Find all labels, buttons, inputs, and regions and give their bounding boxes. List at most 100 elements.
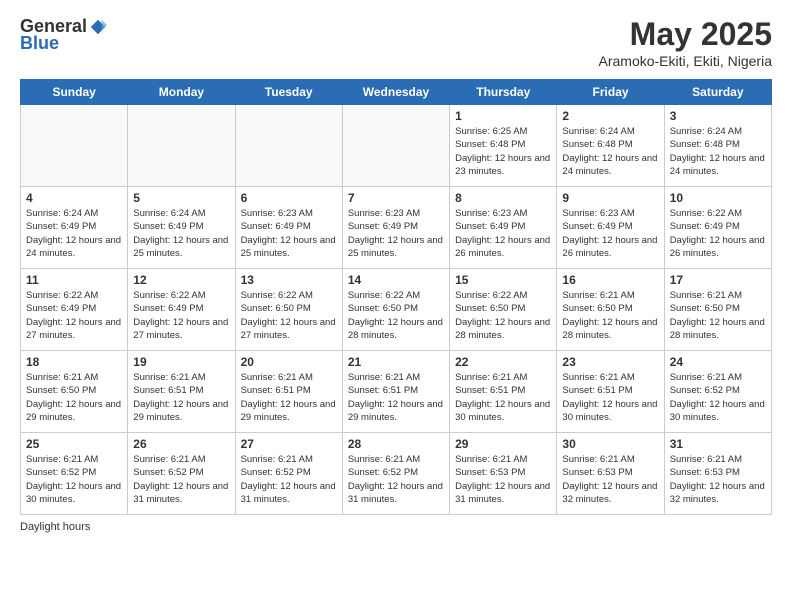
day-info: Sunrise: 6:22 AM Sunset: 6:49 PM Dayligh…: [133, 289, 229, 342]
calendar-cell: 6Sunrise: 6:23 AM Sunset: 6:49 PM Daylig…: [235, 187, 342, 269]
day-number: 10: [670, 191, 766, 205]
location: Aramoko-Ekiti, Ekiti, Nigeria: [599, 53, 773, 69]
day-info: Sunrise: 6:21 AM Sunset: 6:51 PM Dayligh…: [348, 371, 444, 424]
day-number: 13: [241, 273, 337, 287]
day-number: 3: [670, 109, 766, 123]
day-info: Sunrise: 6:22 AM Sunset: 6:50 PM Dayligh…: [348, 289, 444, 342]
day-info: Sunrise: 6:21 AM Sunset: 6:51 PM Dayligh…: [133, 371, 229, 424]
calendar-cell: 14 Sunrise: 6:22 AM Sunset: 6:50 PM Dayli…: [342, 269, 449, 351]
day-info: Sunrise: 6:23 AM Sunset: 6:49 PM Dayligh…: [562, 207, 658, 260]
day-number: 29: [455, 437, 551, 451]
calendar-cell: 16Sunrise: 6:21 AM Sunset: 6:50 PM Dayli…: [557, 269, 664, 351]
day-info: Sunrise: 6:21 AM Sunset: 6:53 PM Dayligh…: [455, 453, 551, 506]
calendar-cell: 29 Sunrise: 6:21 AM Sunset: 6:53 PM Dayli…: [450, 433, 557, 515]
week-row-2: 11 Sunrise: 6:22 AM Sunset: 6:49 PM Dayli…: [21, 269, 772, 351]
day-header-friday: Friday: [557, 80, 664, 105]
day-info: Sunrise: 6:21 AM Sunset: 6:52 PM Dayligh…: [241, 453, 337, 506]
calendar-cell: 20 Sunrise: 6:21 AM Sunset: 6:51 PM Dayli…: [235, 351, 342, 433]
day-number: 28: [348, 437, 444, 451]
day-number: 25: [26, 437, 122, 451]
calendar-cell: 25 Sunrise: 6:21 AM Sunset: 6:52 PM Dayli…: [21, 433, 128, 515]
day-info: Sunrise: 6:22 AM Sunset: 6:50 PM Dayligh…: [241, 289, 337, 342]
calendar-cell: 3Sunrise: 6:24 AM Sunset: 6:48 PM Daylig…: [664, 105, 771, 187]
calendar-cell: 15 Sunrise: 6:22 AM Sunset: 6:50 PM Dayli…: [450, 269, 557, 351]
day-info: Sunrise: 6:21 AM Sunset: 6:52 PM Dayligh…: [670, 371, 766, 424]
day-header-tuesday: Tuesday: [235, 80, 342, 105]
day-number: 18: [26, 355, 122, 369]
day-number: 11: [26, 273, 122, 287]
calendar-cell: 11 Sunrise: 6:22 AM Sunset: 6:49 PM Dayli…: [21, 269, 128, 351]
day-info: Sunrise: 6:21 AM Sunset: 6:53 PM Dayligh…: [670, 453, 766, 506]
day-number: 8: [455, 191, 551, 205]
calendar-cell: 9Sunrise: 6:23 AM Sunset: 6:49 PM Daylig…: [557, 187, 664, 269]
footer-text: Daylight hours: [20, 521, 90, 533]
day-info: Sunrise: 6:21 AM Sunset: 6:51 PM Dayligh…: [562, 371, 658, 424]
calendar-cell: 23 Sunrise: 6:21 AM Sunset: 6:51 PM Dayli…: [557, 351, 664, 433]
calendar-cell: 2Sunrise: 6:24 AM Sunset: 6:48 PM Daylig…: [557, 105, 664, 187]
title-block: May 2025 Aramoko-Ekiti, Ekiti, Nigeria: [599, 16, 773, 69]
calendar-cell: [21, 105, 128, 187]
calendar-cell: 21 Sunrise: 6:21 AM Sunset: 6:51 PM Dayli…: [342, 351, 449, 433]
calendar-cell: 8 Sunrise: 6:23 AM Sunset: 6:49 PM Daylig…: [450, 187, 557, 269]
day-number: 21: [348, 355, 444, 369]
day-header-monday: Monday: [128, 80, 235, 105]
week-row-3: 18Sunrise: 6:21 AM Sunset: 6:50 PM Dayli…: [21, 351, 772, 433]
logo-icon: [89, 18, 107, 36]
day-number: 23: [562, 355, 658, 369]
week-row-4: 25 Sunrise: 6:21 AM Sunset: 6:52 PM Dayli…: [21, 433, 772, 515]
header-row: SundayMondayTuesdayWednesdayThursdayFrid…: [21, 80, 772, 105]
day-number: 30: [562, 437, 658, 451]
calendar-cell: 28Sunrise: 6:21 AM Sunset: 6:52 PM Dayli…: [342, 433, 449, 515]
day-info: Sunrise: 6:22 AM Sunset: 6:50 PM Dayligh…: [455, 289, 551, 342]
calendar-cell: 17 Sunrise: 6:21 AM Sunset: 6:50 PM Dayli…: [664, 269, 771, 351]
day-number: 14: [348, 273, 444, 287]
calendar-cell: 12 Sunrise: 6:22 AM Sunset: 6:49 PM Dayli…: [128, 269, 235, 351]
day-number: 15: [455, 273, 551, 287]
month-title: May 2025: [599, 16, 773, 53]
day-number: 12: [133, 273, 229, 287]
calendar-cell: 10Sunrise: 6:22 AM Sunset: 6:49 PM Dayli…: [664, 187, 771, 269]
logo: General Blue: [20, 16, 107, 54]
day-number: 22: [455, 355, 551, 369]
day-number: 17: [670, 273, 766, 287]
header: General Blue May 2025 Aramoko-Ekiti, Eki…: [20, 16, 772, 69]
day-info: Sunrise: 6:21 AM Sunset: 6:52 PM Dayligh…: [26, 453, 122, 506]
day-info: Sunrise: 6:23 AM Sunset: 6:49 PM Dayligh…: [241, 207, 337, 260]
day-number: 20: [241, 355, 337, 369]
week-row-1: 4 Sunrise: 6:24 AM Sunset: 6:49 PM Daylig…: [21, 187, 772, 269]
day-number: 7: [348, 191, 444, 205]
calendar-cell: 24 Sunrise: 6:21 AM Sunset: 6:52 PM Dayli…: [664, 351, 771, 433]
day-number: 5: [133, 191, 229, 205]
week-row-0: 1Sunrise: 6:25 AM Sunset: 6:48 PM Daylig…: [21, 105, 772, 187]
calendar-cell: [128, 105, 235, 187]
day-info: Sunrise: 6:22 AM Sunset: 6:49 PM Dayligh…: [26, 289, 122, 342]
day-info: Sunrise: 6:24 AM Sunset: 6:49 PM Dayligh…: [133, 207, 229, 260]
calendar-cell: 19 Sunrise: 6:21 AM Sunset: 6:51 PM Dayli…: [128, 351, 235, 433]
calendar-cell: 31Sunrise: 6:21 AM Sunset: 6:53 PM Dayli…: [664, 433, 771, 515]
calendar-cell: 26Sunrise: 6:21 AM Sunset: 6:52 PM Dayli…: [128, 433, 235, 515]
day-info: Sunrise: 6:21 AM Sunset: 6:51 PM Dayligh…: [455, 371, 551, 424]
day-number: 2: [562, 109, 658, 123]
day-number: 27: [241, 437, 337, 451]
calendar-cell: [342, 105, 449, 187]
footer: Daylight hours: [20, 521, 772, 533]
day-info: Sunrise: 6:21 AM Sunset: 6:51 PM Dayligh…: [241, 371, 337, 424]
day-number: 24: [670, 355, 766, 369]
day-number: 4: [26, 191, 122, 205]
calendar-cell: 30Sunrise: 6:21 AM Sunset: 6:53 PM Dayli…: [557, 433, 664, 515]
page: General Blue May 2025 Aramoko-Ekiti, Eki…: [0, 0, 792, 612]
calendar-cell: 7 Sunrise: 6:23 AM Sunset: 6:49 PM Daylig…: [342, 187, 449, 269]
calendar-cell: [235, 105, 342, 187]
calendar-cell: 13 Sunrise: 6:22 AM Sunset: 6:50 PM Dayli…: [235, 269, 342, 351]
day-info: Sunrise: 6:21 AM Sunset: 6:50 PM Dayligh…: [670, 289, 766, 342]
day-info: Sunrise: 6:21 AM Sunset: 6:52 PM Dayligh…: [133, 453, 229, 506]
day-header-sunday: Sunday: [21, 80, 128, 105]
logo-blue-text: Blue: [20, 33, 59, 54]
day-number: 19: [133, 355, 229, 369]
calendar-cell: 22 Sunrise: 6:21 AM Sunset: 6:51 PM Dayli…: [450, 351, 557, 433]
calendar-cell: 27 Sunrise: 6:21 AM Sunset: 6:52 PM Dayli…: [235, 433, 342, 515]
day-info: Sunrise: 6:23 AM Sunset: 6:49 PM Dayligh…: [348, 207, 444, 260]
day-header-wednesday: Wednesday: [342, 80, 449, 105]
day-info: Sunrise: 6:23 AM Sunset: 6:49 PM Dayligh…: [455, 207, 551, 260]
day-number: 16: [562, 273, 658, 287]
